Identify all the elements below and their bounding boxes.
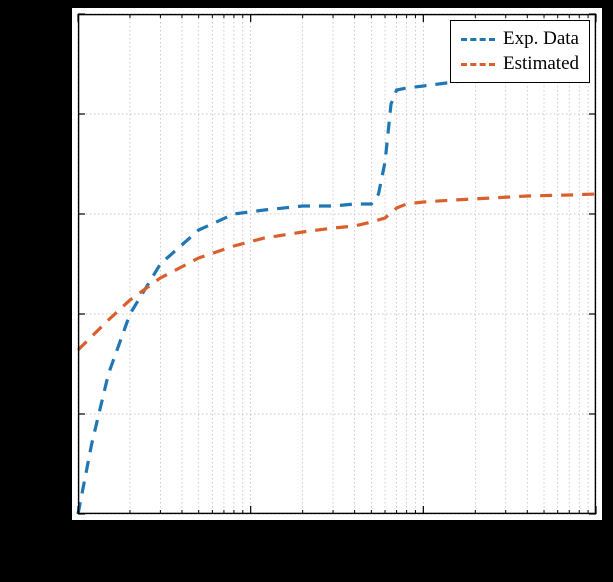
y-axis-label: Temperature[C] bbox=[3, 205, 29, 325]
x-tick-label: 101 bbox=[238, 520, 264, 545]
y-tick-label: 45 bbox=[42, 3, 72, 25]
y-tick-label: 35 bbox=[42, 203, 72, 225]
figure: Exp. Data Estimated Time[Min] Temperatur… bbox=[0, 0, 613, 582]
legend-label-exp: Exp. Data bbox=[503, 27, 579, 52]
y-tick-label: 25 bbox=[42, 403, 72, 425]
y-tick-label: 30 bbox=[42, 303, 72, 325]
y-tick-label: 20 bbox=[42, 503, 72, 525]
axes-frame bbox=[78, 14, 596, 514]
legend-entry-est: Estimated bbox=[461, 52, 579, 77]
plot-area: Exp. Data Estimated bbox=[78, 14, 596, 514]
legend: Exp. Data Estimated bbox=[450, 20, 590, 83]
legend-label-est: Estimated bbox=[503, 52, 579, 77]
legend-entry-exp: Exp. Data bbox=[461, 27, 579, 52]
x-tick-label: 102 bbox=[411, 520, 437, 545]
x-tick-label: 103 bbox=[583, 520, 609, 545]
x-axis-label: Time[Min] bbox=[0, 550, 613, 576]
legend-swatch-est bbox=[461, 63, 495, 66]
legend-swatch-exp bbox=[461, 38, 495, 41]
y-tick-label: 40 bbox=[42, 103, 72, 125]
